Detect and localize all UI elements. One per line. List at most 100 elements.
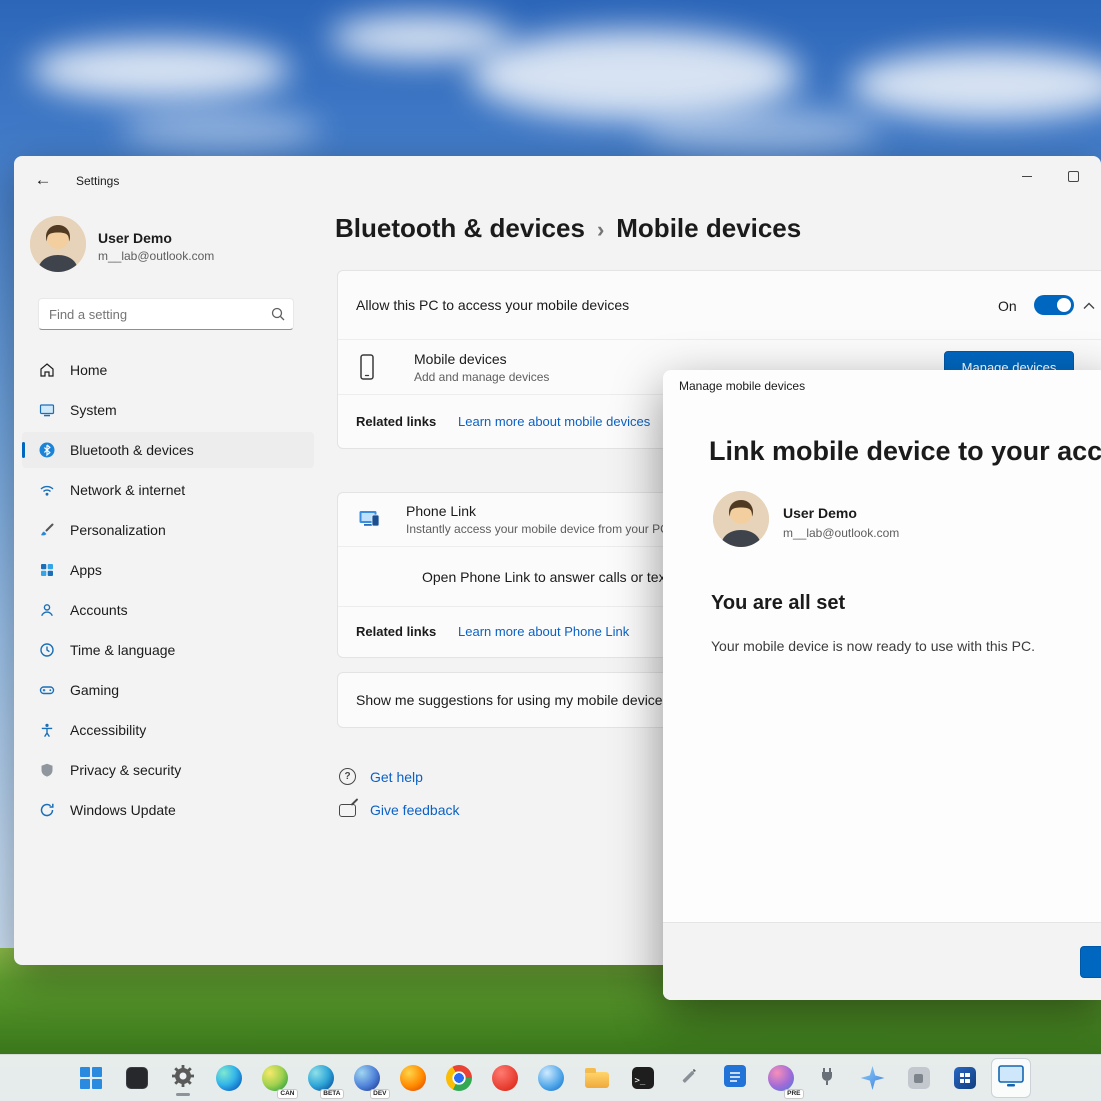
user-name: User Demo bbox=[98, 230, 172, 246]
search-input[interactable] bbox=[38, 298, 294, 330]
system-icon bbox=[38, 401, 56, 419]
sidebar-item-system[interactable]: System bbox=[22, 392, 314, 428]
sidebar-item-home[interactable]: Home bbox=[22, 352, 314, 388]
apps-icon bbox=[38, 561, 56, 579]
maximize-button[interactable] bbox=[1050, 156, 1096, 196]
maximize-icon bbox=[1067, 170, 1079, 182]
preview-app-icon bbox=[767, 1065, 794, 1091]
dialog-primary-button[interactable] bbox=[1080, 946, 1101, 978]
sidebar-item-label: Time & language bbox=[70, 642, 176, 658]
get-help-link[interactable]: Get help bbox=[370, 769, 423, 785]
sidebar-item-label: Network & internet bbox=[70, 482, 186, 498]
sidebar-item-personalization[interactable]: Personalization bbox=[22, 512, 314, 548]
dev-badge: DEV bbox=[370, 1089, 390, 1099]
gray-app-button[interactable] bbox=[900, 1059, 938, 1097]
minimize-icon bbox=[1022, 175, 1032, 177]
cloud bbox=[850, 50, 1101, 120]
edge-dev-button[interactable]: DEV bbox=[348, 1059, 390, 1099]
sidebar-item-network-internet[interactable]: Network & internet bbox=[22, 472, 314, 508]
sidebar-item-time-language[interactable]: Time & language bbox=[22, 632, 314, 668]
cloud bbox=[330, 15, 510, 60]
shield-icon bbox=[38, 761, 56, 779]
allow-access-label: Allow this PC to access your mobile devi… bbox=[356, 297, 630, 313]
firefox-icon bbox=[399, 1065, 426, 1091]
firefox-button[interactable] bbox=[394, 1059, 432, 1097]
back-button[interactable]: ← bbox=[28, 166, 58, 194]
minimize-button[interactable] bbox=[1004, 156, 1050, 196]
windows-logo-icon bbox=[79, 1067, 102, 1089]
document-app-button[interactable] bbox=[716, 1059, 754, 1097]
manage-mobile-devices-dialog: Manage mobile devices Link mobile device… bbox=[663, 370, 1101, 1000]
learn-more-phone-link-link[interactable]: Learn more about Phone Link bbox=[458, 624, 629, 639]
sidebar-nav: Home System Bluetooth & devices Network … bbox=[22, 352, 314, 832]
sidebar-item-label: Apps bbox=[70, 562, 102, 578]
help-icon: ? bbox=[339, 768, 356, 785]
plug-tool-button[interactable] bbox=[808, 1059, 846, 1097]
search-box bbox=[38, 298, 294, 330]
give-feedback-row: Give feedback bbox=[339, 802, 460, 818]
sidebar-item-accessibility[interactable]: Accessibility bbox=[22, 712, 314, 748]
chrome-button[interactable] bbox=[440, 1059, 478, 1097]
sidebar-item-gaming[interactable]: Gaming bbox=[22, 672, 314, 708]
edge-beta-button[interactable]: BETA bbox=[302, 1059, 344, 1099]
learn-more-mobile-devices-link[interactable]: Learn more about mobile devices bbox=[458, 414, 650, 429]
settings-app-button[interactable] bbox=[164, 1059, 202, 1097]
dialog-footer bbox=[663, 922, 1101, 1000]
blue-browser-icon bbox=[537, 1065, 564, 1091]
sidebar-item-label: Privacy & security bbox=[70, 762, 182, 778]
preview-badge: PRE bbox=[784, 1089, 804, 1099]
dark-app-icon bbox=[125, 1067, 148, 1089]
dark-app-button[interactable] bbox=[118, 1059, 156, 1097]
cloud bbox=[30, 40, 290, 100]
dev-home-button[interactable] bbox=[946, 1059, 984, 1097]
accounts-icon bbox=[38, 601, 56, 619]
red-browser-button[interactable] bbox=[486, 1059, 524, 1097]
edge-canary-button[interactable]: CAN bbox=[256, 1059, 298, 1099]
feedback-icon bbox=[339, 803, 356, 817]
dialog-user-avatar bbox=[713, 491, 769, 547]
update-icon bbox=[38, 801, 56, 819]
phone-link-subtitle: Instantly access your mobile device from… bbox=[406, 522, 669, 536]
user-email: m__lab@outlook.com bbox=[98, 249, 215, 263]
sidebar-item-label: Home bbox=[70, 362, 108, 378]
cross-device-app-button[interactable] bbox=[990, 1058, 1031, 1098]
mobile-devices-title: Mobile devices bbox=[414, 351, 507, 367]
start-button[interactable] bbox=[72, 1059, 110, 1097]
sidebar-item-accounts[interactable]: Accounts bbox=[22, 592, 314, 628]
window-title: Settings bbox=[76, 174, 120, 188]
cloud bbox=[640, 108, 880, 153]
chevron-up-icon[interactable] bbox=[1082, 299, 1096, 317]
gear-icon bbox=[171, 1064, 195, 1093]
beta-badge: BETA bbox=[320, 1089, 344, 1099]
dialog-user-email: m__lab@outlook.com bbox=[783, 526, 900, 540]
sidebar-item-label: Gaming bbox=[70, 682, 120, 698]
page-title: Mobile devices bbox=[616, 213, 802, 243]
copilot-button[interactable] bbox=[854, 1059, 892, 1097]
edge-button[interactable] bbox=[210, 1059, 248, 1097]
phone-link-icon bbox=[359, 509, 381, 534]
give-feedback-link[interactable]: Give feedback bbox=[370, 802, 460, 818]
dialog-heading: Link mobile device to your account bbox=[709, 436, 1101, 466]
open-phone-link-text: Open Phone Link to answer calls or texts… bbox=[422, 569, 695, 585]
canary-badge: CAN bbox=[277, 1089, 298, 1099]
document-app-icon bbox=[723, 1064, 746, 1092]
sidebar-item-windows-update[interactable]: Windows Update bbox=[22, 792, 314, 828]
copilot-star-icon bbox=[860, 1066, 885, 1090]
chrome-icon bbox=[445, 1065, 472, 1091]
network-icon bbox=[38, 481, 56, 499]
allow-access-toggle[interactable] bbox=[1034, 295, 1074, 315]
dialog-title: Manage mobile devices bbox=[679, 379, 806, 393]
dev-tools-button[interactable] bbox=[670, 1059, 708, 1097]
preview-app-button[interactable]: PRE bbox=[762, 1059, 804, 1099]
blue-browser-button[interactable] bbox=[532, 1059, 570, 1097]
related-links-label: Related links bbox=[356, 414, 437, 429]
sidebar-item-bluetooth-devices[interactable]: Bluetooth & devices bbox=[22, 432, 314, 468]
red-browser-icon bbox=[491, 1065, 518, 1091]
breadcrumb-parent[interactable]: Bluetooth & devices bbox=[335, 213, 585, 244]
terminal-button[interactable]: >_ bbox=[624, 1059, 662, 1097]
related-links-label: Related links bbox=[356, 624, 437, 639]
sidebar-item-privacy-security[interactable]: Privacy & security bbox=[22, 752, 314, 788]
monitor-icon bbox=[997, 1064, 1024, 1093]
sidebar-item-apps[interactable]: Apps bbox=[22, 552, 314, 588]
file-explorer-button[interactable] bbox=[578, 1059, 616, 1097]
